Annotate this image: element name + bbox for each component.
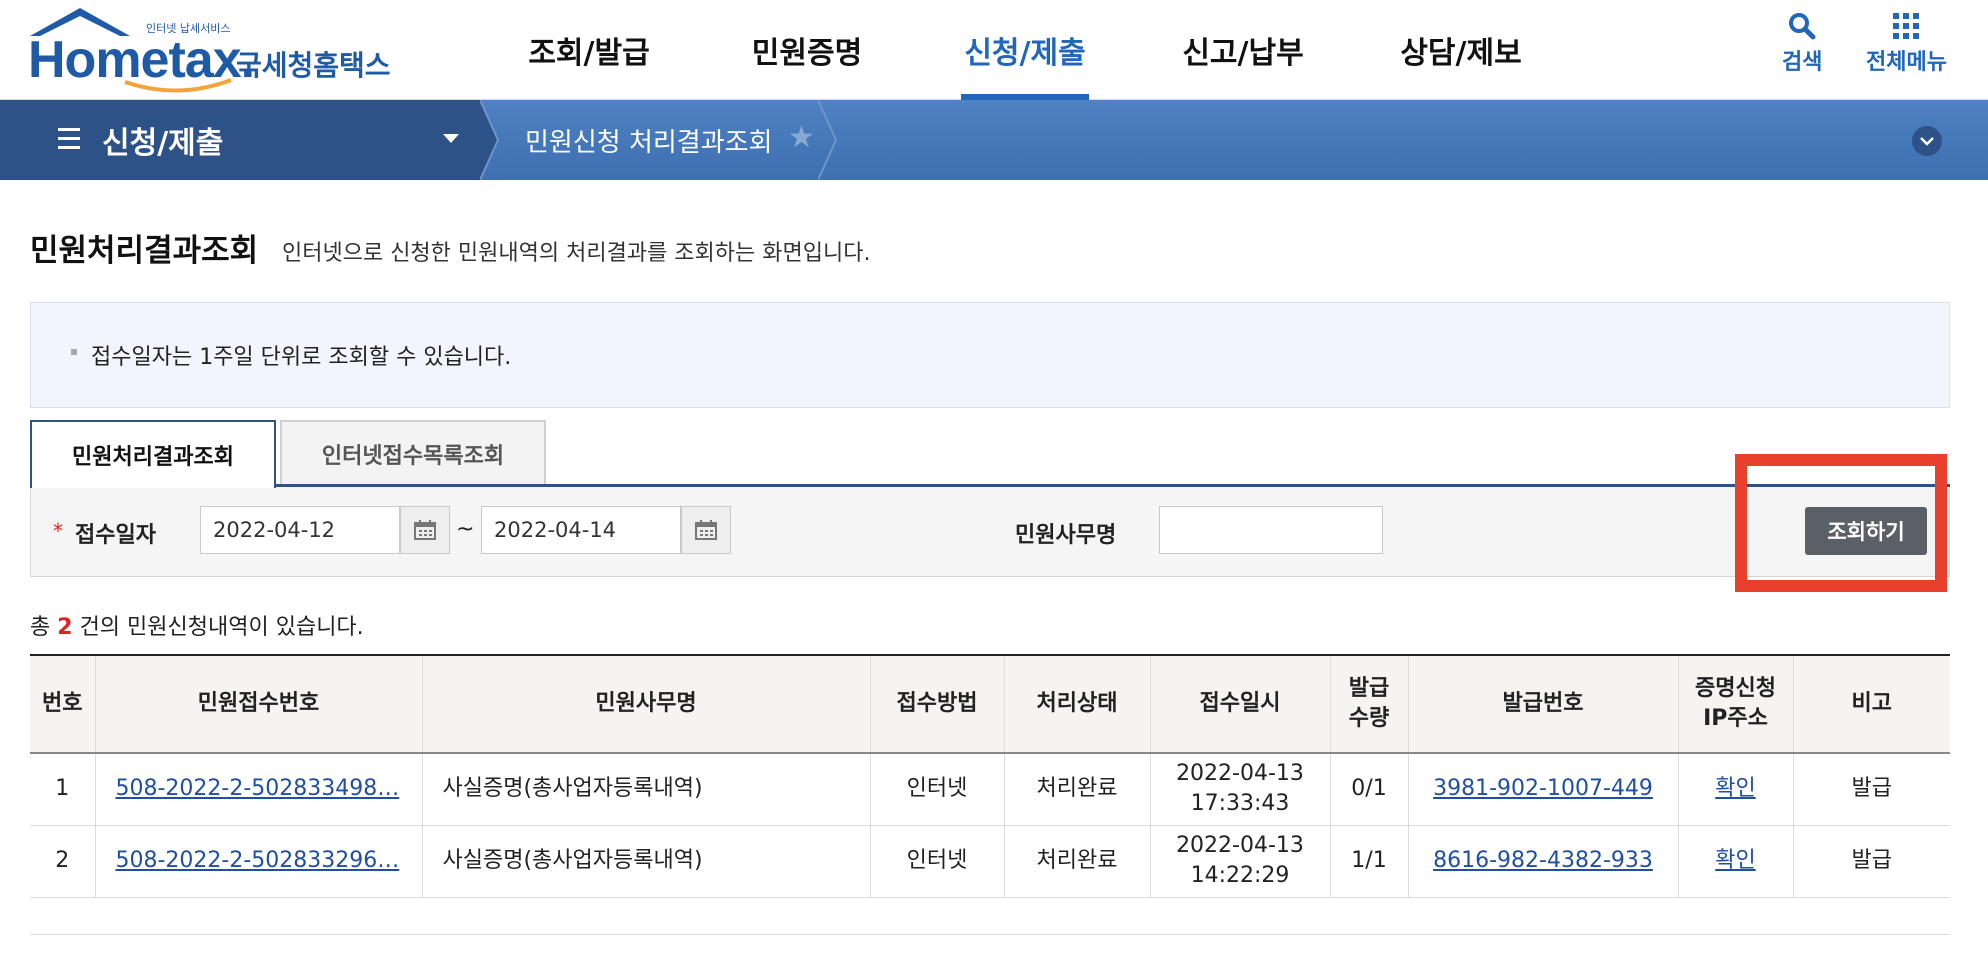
col-header-status: 처리상태 — [1004, 654, 1151, 754]
calendar-icon — [414, 520, 436, 540]
hometax-logo[interactable]: 인터넷 납세서비스 Hometax. 국세청홈택스 — [28, 6, 398, 94]
service-name-input[interactable] — [1159, 506, 1383, 554]
cell-datetime: 2022-04-13 14:22:29 — [1150, 825, 1331, 898]
col-header-quantity: 발급 수량 — [1330, 654, 1409, 754]
cell-receipt-no: 508-2022-2-502833498… — [95, 753, 423, 826]
main-nav: 조회/발급 민원증명 신청/제출 신고/납부 상담/제보 — [480, 0, 1570, 100]
col-header-method: 접수방법 — [870, 654, 1005, 754]
col-header-issue-no: 발급번호 — [1408, 654, 1679, 754]
col-header-datetime: 접수일시 — [1150, 654, 1331, 754]
date-label: 접수일자 — [75, 523, 156, 548]
logo-swoosh-icon — [124, 78, 232, 93]
nav-item-inquiry[interactable]: 조회/발급 — [480, 0, 698, 100]
count-number: 2 — [57, 615, 73, 640]
ip-confirm-link[interactable]: 확인 — [1715, 776, 1755, 801]
date-to-calendar-button[interactable] — [681, 506, 731, 554]
cell-time: 14:22:29 — [1190, 863, 1290, 888]
table-header-row: 번호 민원접수번호 민원사무명 접수방법 처리상태 접수일시 발급 수량 발급번… — [30, 654, 1950, 754]
favorite-star-icon[interactable]: ★ — [788, 120, 815, 155]
col-header-note: 비고 — [1793, 654, 1950, 754]
cell-time: 17:33:43 — [1190, 791, 1290, 817]
service-name-label: 민원사무명 — [1015, 523, 1117, 548]
cell-issue-no: 3981-902-1007-449 — [1408, 753, 1679, 826]
cell-no: 1 — [30, 753, 96, 826]
cell-method: 인터넷 — [870, 753, 1005, 826]
cell-quantity: 0/1 — [1330, 753, 1409, 826]
tab-internet-receipt-list[interactable]: 인터넷접수목록조회 — [280, 420, 546, 486]
ip-confirm-link[interactable]: 확인 — [1715, 848, 1755, 873]
search-form: * 접수일자 2022-04-12 ~ 2022-04-14 민원사무명 조회하… — [30, 487, 1950, 577]
col-header-service-name: 민원사무명 — [422, 654, 871, 754]
col-header-no: 번호 — [30, 654, 96, 754]
cell-ip: 확인 — [1678, 753, 1794, 826]
cell-quantity: 1/1 — [1330, 825, 1409, 898]
date-from-input[interactable]: 2022-04-12 — [200, 506, 400, 554]
breadcrumb-separator-icon — [818, 100, 838, 180]
search-icon — [1788, 8, 1816, 44]
notice-text: 접수일자는 1주일 단위로 조회할 수 있습니다. — [91, 345, 512, 370]
notice-box: 접수일자는 1주일 단위로 조회할 수 있습니다. — [30, 302, 1950, 408]
date-range-separator: ~ — [456, 517, 475, 542]
cell-ip: 확인 — [1678, 825, 1794, 898]
cell-receipt-no: 508-2022-2-502833296… — [95, 825, 423, 898]
count-suffix: 건의 민원신청내역이 있습니다. — [79, 615, 364, 640]
issue-no-link[interactable]: 8616-982-4382-933 — [1433, 848, 1653, 873]
search-button[interactable]: 검색 — [1782, 8, 1822, 76]
nav-item-report-pay[interactable]: 신고/납부 — [1134, 0, 1352, 100]
cell-issue-no: 8616-982-4382-933 — [1408, 825, 1679, 898]
required-asterisk-icon: * — [53, 519, 63, 543]
date-to-input[interactable]: 2022-04-14 — [481, 506, 681, 554]
section-title: 신청/제출 — [102, 126, 224, 161]
cell-service-name: 사실증명(총사업자등록내역) — [422, 753, 871, 826]
cell-date: 2022-04-13 — [1176, 833, 1304, 858]
cell-status: 처리완료 — [1004, 825, 1151, 898]
search-label: 검색 — [1782, 50, 1823, 75]
col-header-ip: 증명신청 IP주소 — [1678, 654, 1794, 754]
divider — [30, 934, 1950, 935]
bullet-icon — [71, 349, 77, 355]
cell-datetime: 2022-04-13 17:33:43 — [1150, 753, 1331, 826]
table-row: 1 508-2022-2-502833498… 사실증명(총사업자등록내역) 인… — [30, 753, 1950, 826]
highlight-box — [1735, 454, 1947, 592]
section-dropdown[interactable]: 신청/제출 — [0, 100, 480, 180]
location-bar: 신청/제출 민원신청 처리결과조회 ★ — [0, 100, 1988, 180]
cell-note: 발급 — [1793, 825, 1950, 898]
grid-menu-icon — [1892, 8, 1920, 44]
calendar-icon — [695, 520, 717, 540]
receipt-no-link[interactable]: 508-2022-2-502833498… — [116, 776, 400, 801]
global-header: 인터넷 납세서비스 Hometax. 국세청홈택스 조회/발급 민원증명 신청/… — [0, 0, 1988, 100]
tab-result-inquiry[interactable]: 민원처리결과조회 — [30, 420, 276, 488]
logo-korean-name: 국세청홈택스 — [236, 49, 391, 82]
receipt-no-link[interactable]: 508-2022-2-502833296… — [116, 848, 400, 873]
cell-service-name: 사실증명(총사업자등록내역) — [422, 825, 871, 898]
cell-note: 발급 — [1793, 753, 1950, 826]
chevron-down-icon — [1920, 137, 1934, 146]
cell-status: 처리완료 — [1004, 753, 1151, 826]
nav-item-apply[interactable]: 신청/제출 — [916, 0, 1134, 100]
page-title: 민원처리결과조회 — [30, 233, 259, 269]
nav-item-consult[interactable]: 상담/제보 — [1352, 0, 1570, 100]
issue-no-link[interactable]: 3981-902-1007-449 — [1433, 776, 1653, 801]
all-menu-button[interactable]: 전체메뉴 — [1866, 8, 1947, 76]
cell-no: 2 — [30, 825, 96, 898]
table-row: 2 508-2022-2-502833296… 사실증명(총사업자등록내역) 인… — [30, 825, 1950, 898]
cell-method: 인터넷 — [870, 825, 1005, 898]
nav-item-certificates[interactable]: 민원증명 — [698, 0, 916, 100]
page-description: 인터넷으로 신청한 민원내역의 처리결과를 조회하는 화면입니다. — [282, 241, 871, 266]
all-menu-label: 전체메뉴 — [1866, 50, 1947, 75]
breadcrumb-separator-icon — [480, 100, 500, 180]
hamburger-icon — [58, 128, 80, 150]
result-table: 번호 민원접수번호 민원사무명 접수방법 처리상태 접수일시 발급 수량 발급번… — [30, 654, 1950, 898]
chevron-down-icon — [443, 134, 459, 143]
location-expand-button[interactable] — [1912, 126, 1942, 156]
count-prefix: 총 — [30, 615, 51, 640]
col-header-receipt-no: 민원접수번호 — [95, 654, 423, 754]
cell-date: 2022-04-13 — [1176, 761, 1304, 787]
date-from-calendar-button[interactable] — [400, 506, 450, 554]
breadcrumb-current[interactable]: 민원신청 처리결과조회 — [525, 122, 772, 159]
result-count: 총 2 건의 민원신청내역이 있습니다. — [30, 609, 364, 641]
